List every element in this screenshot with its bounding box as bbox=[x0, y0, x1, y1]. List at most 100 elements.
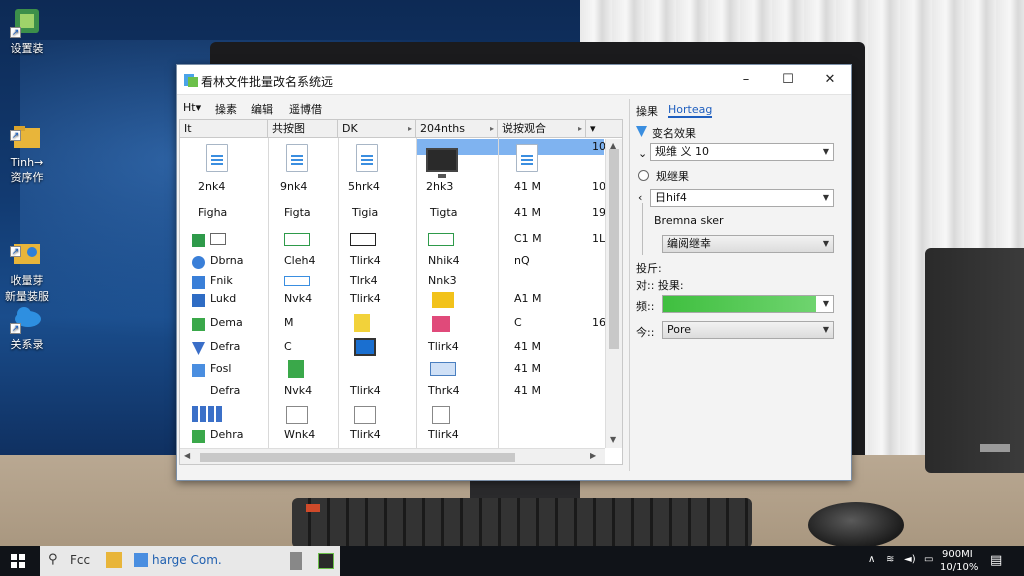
chevron-up-icon[interactable]: ∧ bbox=[868, 554, 875, 565]
tab-results[interactable]: 操果 bbox=[636, 103, 658, 119]
column-header[interactable]: 204nths ▸ bbox=[416, 120, 498, 138]
document-icon[interactable] bbox=[356, 144, 378, 172]
file-cell[interactable]: Tlirk4 bbox=[350, 428, 381, 441]
file-cell[interactable]: Tigta bbox=[430, 206, 457, 219]
scroll-right-icon[interactable]: ▶ bbox=[590, 451, 596, 460]
column-header[interactable]: DK ▸ bbox=[338, 120, 416, 138]
rename-app-taskbar-icon[interactable] bbox=[318, 553, 334, 569]
size-cell: 41 M bbox=[514, 362, 541, 375]
file-name-cell[interactable]: Figha bbox=[198, 206, 227, 219]
dropdown-icon[interactable]: ▼ bbox=[819, 296, 833, 312]
file-name-cell[interactable]: Defra bbox=[210, 340, 240, 353]
file-name-cell[interactable]: Dbrna bbox=[210, 254, 244, 267]
file-cell[interactable]: Tlirk4 bbox=[350, 254, 381, 267]
file-name-cell[interactable]: Dehra bbox=[210, 428, 243, 441]
column-header[interactable]: It bbox=[180, 120, 268, 138]
document-icon[interactable] bbox=[516, 144, 538, 172]
file-name-cell[interactable]: Fnik bbox=[210, 274, 233, 287]
scroll-thumb[interactable] bbox=[200, 453, 515, 462]
file-cell[interactable]: Nvk4 bbox=[284, 384, 312, 397]
network-icon[interactable]: ≋ bbox=[886, 554, 894, 565]
file-cell[interactable]: Thrk4 bbox=[428, 384, 460, 397]
taskbar-search[interactable]: ⚲ Fcc harge Com. bbox=[40, 546, 340, 576]
file-explorer-icon[interactable] bbox=[106, 552, 122, 568]
file-name-cell[interactable]: 2nk4 bbox=[198, 180, 225, 193]
triangle-icon bbox=[192, 342, 205, 355]
clock-time[interactable]: 900MI bbox=[942, 549, 973, 560]
file-name-cell[interactable]: Defra bbox=[210, 384, 240, 397]
option-radio[interactable] bbox=[638, 170, 649, 181]
desktop-icon-folder[interactable]: ↗ Tinh→ 资序作 bbox=[0, 96, 62, 185]
tab-horteag[interactable]: Horteag bbox=[668, 103, 713, 118]
menu-item-operate[interactable]: 操素 bbox=[215, 101, 237, 117]
window-title: 看林文件批量改名系统远 bbox=[201, 75, 334, 89]
file-cell[interactable]: Nnk3 bbox=[428, 274, 457, 287]
scroll-thumb[interactable] bbox=[609, 149, 619, 349]
taskbar-app-label[interactable]: harge Com. bbox=[152, 553, 222, 567]
file-cell[interactable]: Nvk4 bbox=[284, 292, 312, 305]
file-name-cell[interactable]: Lukd bbox=[210, 292, 236, 305]
file-cell[interactable]: Tlrk4 bbox=[350, 274, 378, 287]
horizontal-scrollbar[interactable]: ◀ ▶ bbox=[180, 448, 605, 464]
file-cell[interactable]: Tlirk4 bbox=[350, 292, 381, 305]
vertical-scrollbar[interactable]: ▲ ▼ bbox=[605, 139, 622, 448]
progress-combo[interactable]: ▼ bbox=[662, 295, 834, 313]
speaker bbox=[925, 248, 1024, 473]
windows-start-icon[interactable] bbox=[10, 546, 26, 576]
file-cell[interactable]: Cleh4 bbox=[284, 254, 315, 267]
link-icon bbox=[192, 256, 205, 269]
rename-effect-combo[interactable]: 规维 义 10 ▼ bbox=[650, 143, 834, 161]
app-taskbar-icon bbox=[134, 553, 148, 567]
column-header[interactable]: 说按观合 ▸ bbox=[498, 120, 586, 138]
folder-icon: ↗ bbox=[10, 109, 42, 148]
dropdown-icon[interactable]: ▼ bbox=[819, 144, 833, 160]
close-button[interactable]: ✕ bbox=[809, 65, 851, 95]
scheme-combo[interactable]: 编阅继幸 ▼ bbox=[662, 235, 834, 253]
image-icon bbox=[430, 362, 456, 376]
scroll-left-icon[interactable]: ◀ bbox=[184, 451, 190, 460]
menu-item-tools[interactable]: 遥博借 bbox=[289, 101, 322, 117]
scroll-down-icon[interactable]: ▼ bbox=[610, 435, 616, 444]
search-input[interactable]: Fcc bbox=[70, 553, 90, 567]
file-cell[interactable]: 9nk4 bbox=[280, 180, 307, 193]
title-bar[interactable]: 看林文件批量改名系统远 – ☐ ✕ bbox=[177, 65, 851, 95]
pinned-app-icon[interactable] bbox=[290, 552, 302, 570]
file-cell[interactable]: 2hk3 bbox=[426, 180, 453, 193]
file-name-cell[interactable]: Dema bbox=[210, 316, 243, 329]
dropdown-icon[interactable]: ▼ bbox=[819, 322, 833, 338]
file-cell[interactable]: Tlirk4 bbox=[350, 384, 381, 397]
desktop-icon-settings[interactable]: ↗ 设置装 bbox=[0, 6, 62, 56]
monitor-icon[interactable] bbox=[426, 148, 458, 178]
dropdown-icon[interactable]: ▼ bbox=[819, 236, 833, 252]
desktop-icon-onedrive[interactable]: ↗ 关系录 bbox=[0, 302, 62, 352]
document-icon[interactable] bbox=[286, 144, 308, 172]
file-cell[interactable]: M bbox=[284, 316, 294, 329]
menu-item-file[interactable]: Ht▾ bbox=[183, 101, 201, 114]
column-header[interactable]: ▾ bbox=[586, 120, 622, 138]
option-combo[interactable]: 日hif4 ▼ bbox=[650, 189, 834, 207]
notification-icon[interactable]: ▤ bbox=[990, 553, 1002, 568]
file-list[interactable]: It 共按图 DK ▸ 204nths ▸ 说按观合 ▸ ▾ 2nk4 Figha D… bbox=[179, 119, 623, 465]
maximize-button[interactable]: ☐ bbox=[767, 65, 809, 95]
file-cell[interactable]: Figta bbox=[284, 206, 311, 219]
file-name-cell[interactable]: Fosl bbox=[210, 362, 231, 375]
dropdown-icon[interactable]: ▼ bbox=[819, 190, 833, 206]
prefix-label: 投斤: bbox=[636, 262, 662, 275]
desktop-icon-user-folder[interactable]: ↗ 收量芽 新量装服 bbox=[0, 212, 62, 304]
file-cell[interactable]: Wnk4 bbox=[284, 428, 315, 441]
document-icon[interactable] bbox=[206, 144, 228, 172]
minimize-button[interactable]: – bbox=[725, 65, 767, 95]
volume-icon[interactable]: ◄) bbox=[904, 554, 916, 565]
file-cell[interactable]: Tlirk4 bbox=[428, 428, 459, 441]
menu-item-edit[interactable]: 编辑 bbox=[251, 101, 273, 117]
column-header[interactable]: 共按图 bbox=[268, 120, 338, 138]
battery-icon[interactable]: ▭ bbox=[924, 554, 933, 565]
file-cell[interactable]: Nhik4 bbox=[428, 254, 460, 267]
file-cell[interactable]: Tigia bbox=[352, 206, 378, 219]
file-cell[interactable]: 5hrk4 bbox=[348, 180, 380, 193]
file-cell[interactable]: Tlirk4 bbox=[428, 340, 459, 353]
file-cell[interactable]: C bbox=[284, 340, 292, 353]
spreadsheet-icon bbox=[192, 234, 205, 247]
clock-date[interactable]: 10/10% bbox=[940, 562, 978, 573]
font-combo[interactable]: Pore ▼ bbox=[662, 321, 834, 339]
